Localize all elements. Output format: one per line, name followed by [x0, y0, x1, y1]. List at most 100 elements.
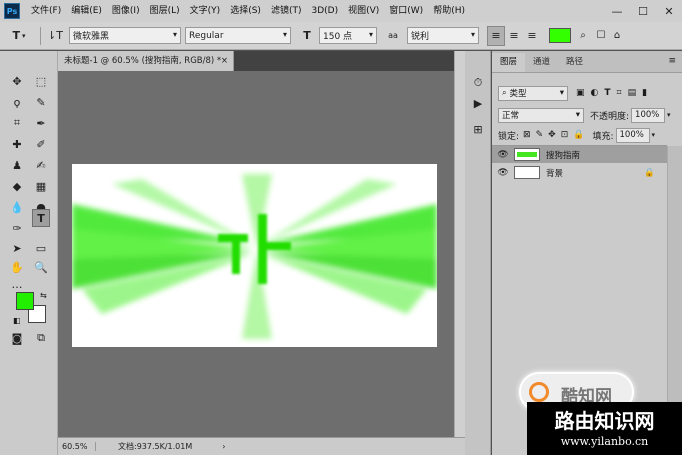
font-size-select[interactable]: 150 点 ▾	[319, 27, 377, 44]
marquee-tool-icon[interactable]: ⬚	[32, 72, 50, 90]
tab-channels[interactable]: 通道	[525, 53, 558, 72]
blend-mode-select[interactable]: 正常 ▾	[498, 107, 584, 123]
history-brush-tool-icon[interactable]: ✍	[32, 156, 50, 174]
lock-position-icon[interactable]: ✥	[548, 130, 556, 140]
menu-select[interactable]: 选择(S)	[225, 0, 266, 22]
align-right-button[interactable]: ≡	[523, 26, 541, 46]
lock-pixels-icon[interactable]: ✎	[536, 130, 544, 140]
font-family-select[interactable]: 微软雅黑 ▾	[69, 27, 181, 44]
actions-panel-icon[interactable]: ▶	[469, 95, 487, 111]
filter-type-icon[interactable]: T	[604, 88, 610, 98]
layer-name[interactable]: 搜狗指南	[546, 149, 580, 161]
more-tools-icon[interactable]: …	[8, 275, 26, 293]
layer-row-background[interactable]: 👁 背景 🔒	[492, 164, 667, 181]
search-icon: ⌕	[502, 88, 510, 98]
clone-stamp-tool-icon[interactable]: ♟	[8, 156, 26, 174]
filter-adjustment-icon[interactable]: ◐	[591, 88, 599, 98]
menu-edit[interactable]: 编辑(E)	[66, 0, 107, 22]
zoom-tool-icon[interactable]: 🔍	[32, 258, 50, 276]
layer-filter-row: ⌕ 类型 ▾ ▣ ◐ T ⌗ ▤ ▮	[492, 83, 682, 103]
warp-text-icon[interactable]: ⌕	[574, 26, 592, 46]
lock-row: 锁定: ⊠ ✎ ✥ ⊡ 🔒 填充: 100% ▾	[492, 125, 682, 145]
menu-image[interactable]: 图像(I)	[107, 0, 145, 22]
quick-mask-icon[interactable]: ◙	[8, 329, 26, 347]
layer-row-text[interactable]: 👁 搜狗指南	[492, 146, 667, 163]
text-color-swatch[interactable]	[549, 28, 571, 43]
filter-shape-icon[interactable]: ⌗	[617, 88, 622, 98]
lock-artboard-icon[interactable]: ⊡	[561, 130, 569, 140]
menu-layer[interactable]: 图层(L)	[145, 0, 185, 22]
tool-preset-picker[interactable]: T ▾	[4, 26, 34, 46]
pen-tool-icon[interactable]: ✑	[8, 219, 26, 237]
tab-layers[interactable]: 图层	[492, 53, 526, 72]
menu-help[interactable]: 帮助(H)	[428, 0, 470, 22]
chevron-down-icon: ▾	[559, 88, 564, 98]
lock-all-icon[interactable]: 🔒	[573, 130, 584, 140]
lock-transparent-icon[interactable]: ⊠	[523, 130, 531, 140]
chevron-down-icon: ▾	[282, 30, 287, 39]
font-style-select[interactable]: Regular ▾	[185, 27, 291, 44]
filter-smart-object-icon[interactable]: ▤	[628, 88, 637, 98]
antialias-select[interactable]: 锐利 ▾	[407, 27, 479, 44]
fill-input[interactable]: 100%	[615, 127, 650, 143]
document-canvas[interactable]	[72, 164, 437, 347]
opacity-input[interactable]: 100%	[631, 107, 666, 123]
photoshop-logo: Ps	[4, 3, 20, 19]
orientation-toggle-icon[interactable]: ⇂T	[47, 26, 63, 46]
tab-paths[interactable]: 路径	[558, 53, 591, 72]
menu-window[interactable]: 窗口(W)	[384, 0, 428, 22]
eye-icon[interactable]: 👁	[492, 168, 514, 178]
history-panel-icon[interactable]: ⏱	[469, 75, 487, 91]
document-tab[interactable]: 未标题-1 @ 60.5% (搜狗指南, RGB/8) * ×	[58, 51, 234, 71]
chevron-down-icon[interactable]: ▾	[652, 131, 656, 139]
filter-pixel-icon[interactable]: ▣	[576, 88, 585, 98]
eyedropper-tool-icon[interactable]: ✒	[32, 114, 50, 132]
collapsed-panel-dock: ⏱ ▶ ⊞	[465, 51, 491, 455]
close-window-button[interactable]: ✕	[656, 0, 682, 22]
canvas-vertical-scrollbar[interactable]	[454, 51, 465, 437]
3d-icon[interactable]: ⌂	[610, 26, 624, 46]
rectangle-tool-icon[interactable]: ▭	[32, 239, 50, 257]
chevron-down-icon[interactable]: ▾	[667, 111, 671, 119]
menu-file[interactable]: 文件(F)	[26, 0, 66, 22]
crop-tool-icon[interactable]: ⌗	[8, 114, 26, 132]
gradient-tool-icon[interactable]: ▦	[32, 177, 50, 195]
properties-panel-icon[interactable]: ⊞	[469, 121, 487, 137]
opacity-label: 不透明度:	[590, 111, 630, 122]
character-panel-icon[interactable]: ☐	[592, 26, 610, 46]
minimize-button[interactable]: —	[604, 0, 630, 22]
brush-tool-icon[interactable]: ✐	[32, 135, 50, 153]
align-left-button[interactable]: ≡	[487, 25, 505, 46]
screen-mode-icon[interactable]: ⧉	[32, 329, 50, 347]
blur-tool-icon[interactable]: 💧	[8, 198, 26, 216]
move-tool-icon[interactable]: ✥	[8, 72, 26, 90]
default-colors-icon[interactable]: ◧	[13, 316, 21, 325]
lasso-tool-icon[interactable]: ϙ	[8, 93, 26, 111]
filter-toggle-icon[interactable]: ▮	[642, 88, 647, 98]
watermark-logo-icon	[529, 382, 549, 402]
foreground-color-swatch[interactable]	[16, 292, 34, 310]
path-selection-tool-icon[interactable]: ➤	[8, 239, 26, 257]
menu-type[interactable]: 文字(Y)	[185, 0, 226, 22]
maximize-button[interactable]: ☐	[630, 0, 656, 22]
zoom-level[interactable]: 60.5%	[58, 442, 96, 451]
close-tab-icon[interactable]: ×	[221, 51, 228, 71]
healing-brush-tool-icon[interactable]: ✚	[8, 135, 26, 153]
type-tool-icon[interactable]: T	[32, 209, 50, 227]
layer-filter-select[interactable]: ⌕ 类型 ▾	[498, 85, 568, 101]
canvas-area[interactable]	[58, 71, 465, 437]
menu-filter[interactable]: 滤镜(T)	[266, 0, 307, 22]
quick-select-tool-icon[interactable]: ✎	[32, 93, 50, 111]
align-center-button[interactable]: ≡	[505, 26, 523, 46]
panel-menu-icon[interactable]: ≡	[668, 56, 676, 66]
layer-name[interactable]: 背景	[546, 167, 563, 179]
chevron-down-icon: ▾	[470, 30, 475, 39]
layer-thumbnail	[514, 166, 540, 179]
menu-view[interactable]: 视图(V)	[343, 0, 384, 22]
status-menu-arrow[interactable]: ›	[222, 442, 225, 451]
menu-3d[interactable]: 3D(D)	[306, 0, 343, 22]
hand-tool-icon[interactable]: ✋	[8, 258, 26, 276]
swap-colors-icon[interactable]: ⇆	[40, 291, 47, 300]
eraser-tool-icon[interactable]: ◆	[8, 177, 26, 195]
eye-icon[interactable]: 👁	[492, 150, 514, 160]
